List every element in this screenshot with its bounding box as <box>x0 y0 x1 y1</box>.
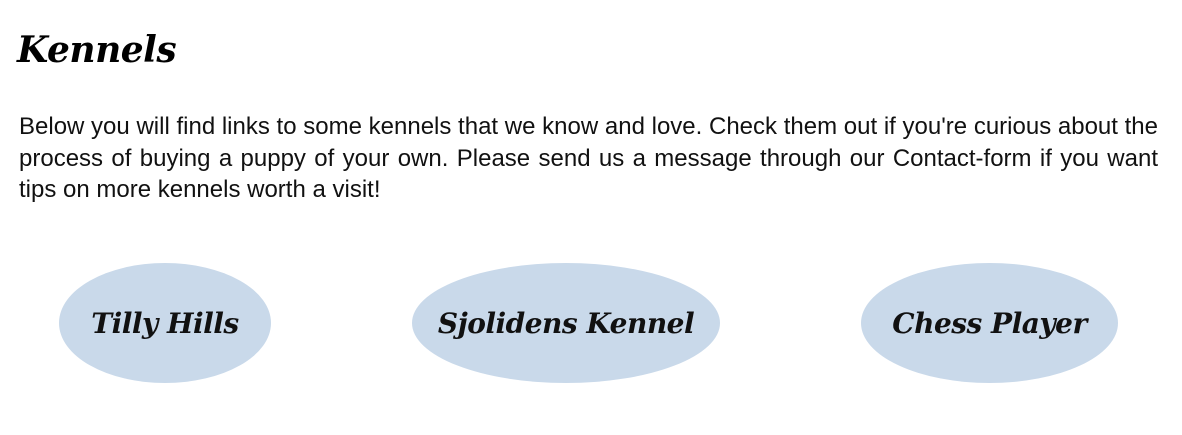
kennels-page: Kennels Below you will find links to som… <box>0 0 1182 435</box>
kennel-link-label: Sjolidens Kennel <box>437 306 695 340</box>
kennel-link-chess-player[interactable]: Chess Player <box>861 263 1118 383</box>
page-title: Kennels <box>17 29 177 71</box>
kennel-link-sjolidens-kennel[interactable]: Sjolidens Kennel <box>412 263 720 383</box>
kennel-link-label: Tilly Hills <box>91 306 239 340</box>
kennel-links: Tilly Hills Sjolidens Kennel Chess Playe… <box>0 263 1182 383</box>
kennel-link-label: Chess Player <box>892 306 1087 340</box>
intro-paragraph: Below you will find links to some kennel… <box>19 113 1158 203</box>
kennel-link-tilly-hills[interactable]: Tilly Hills <box>59 263 271 383</box>
